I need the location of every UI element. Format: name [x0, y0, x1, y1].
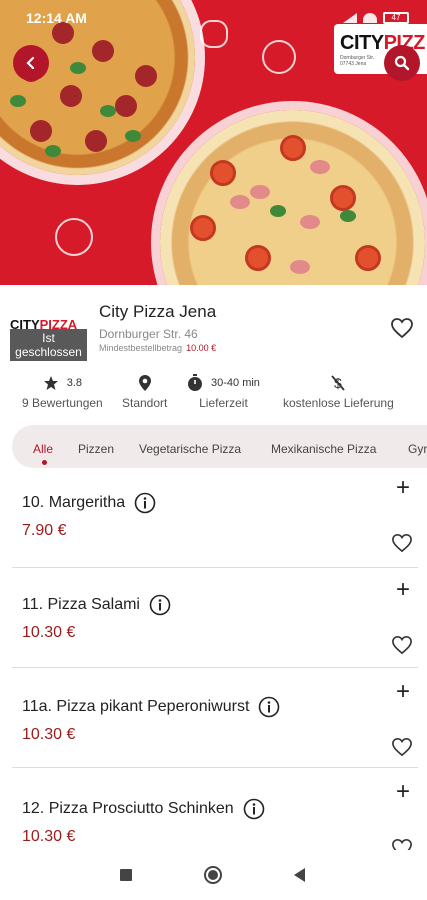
home-button[interactable]: [204, 866, 222, 884]
stat-location[interactable]: Standort: [122, 373, 167, 410]
active-tab-indicator: [42, 460, 47, 465]
list-item[interactable]: 11a. Pizza pikant Peperoniwurst 10.30 € …: [12, 668, 418, 768]
star-icon: [43, 376, 58, 390]
closed-badge: Ist geschlossen: [10, 329, 87, 361]
signal-icon: [343, 13, 357, 23]
add-button[interactable]: +: [396, 578, 410, 602]
add-button[interactable]: +: [396, 780, 410, 804]
heart-icon[interactable]: [391, 838, 413, 850]
stat-rating[interactable]: 3.8 9 Bewertungen: [22, 373, 103, 410]
stats-row: 3.8 9 Bewertungen Standort 30-40 min Lie…: [0, 373, 427, 421]
wifi-icon: [363, 13, 377, 23]
tab-alle[interactable]: Alle: [33, 442, 53, 456]
item-name: 11a. Pizza pikant Peperoniwurst: [22, 698, 250, 715]
arrow-left-icon: [26, 56, 35, 70]
info-icon[interactable]: [243, 798, 265, 820]
stat-delivery-time: 30-40 min Lieferzeit: [187, 373, 260, 410]
item-price: 7.90 €: [22, 522, 67, 539]
restaurant-name: City Pizza Jena: [99, 302, 217, 321]
system-nav-bar: [0, 850, 427, 900]
item-price: 10.30 €: [22, 624, 76, 641]
item-price: 10.30 €: [22, 726, 76, 743]
info-icon[interactable]: [134, 492, 156, 514]
tab-mexikanische-pizza[interactable]: Mexikanische Pizza: [271, 442, 376, 456]
tab-vegetarische-pizza[interactable]: Vegetarische Pizza: [139, 442, 241, 456]
map-pin-icon: [138, 375, 151, 391]
item-name: 12. Pizza Prosciutto Schinken: [22, 800, 234, 817]
add-button[interactable]: +: [396, 680, 410, 704]
list-item[interactable]: 10. Margeritha 7.90 € +: [12, 468, 418, 568]
no-delivery-fee-icon: $: [331, 375, 346, 391]
hero-banner: 12:14 AM 47 CITYPIZZ Dornburger Str. 077…: [0, 0, 427, 285]
search-button[interactable]: [384, 45, 420, 81]
battery-icon: 47: [383, 12, 409, 24]
info-icon[interactable]: [149, 594, 171, 616]
heart-icon[interactable]: [390, 317, 414, 339]
heart-icon[interactable]: [391, 737, 413, 757]
stopwatch-icon: [188, 374, 202, 391]
tab-gyros[interactable]: Gyr: [408, 442, 427, 456]
list-item[interactable]: 12. Pizza Prosciutto Schinken 10.30 € +: [12, 768, 418, 850]
info-icon[interactable]: [258, 696, 280, 718]
back-nav-button[interactable]: [294, 868, 305, 882]
item-price: 10.30 €: [22, 828, 76, 845]
add-button[interactable]: +: [396, 476, 410, 500]
status-time: 12:14 AM: [26, 10, 87, 26]
item-name: 10. Margeritha: [22, 494, 126, 511]
search-icon: [394, 55, 410, 71]
restaurant-logo: CITYPIZZA Ist geschlossen: [10, 317, 87, 361]
restaurant-info: CITYPIZZA Ist geschlossen City Pizza Jen…: [0, 285, 427, 425]
heart-icon[interactable]: [391, 533, 413, 553]
list-item[interactable]: 11. Pizza Salami 10.30 € +: [12, 568, 418, 668]
menu-list: 10. Margeritha 7.90 € + 11. Pizza Salami…: [0, 468, 427, 850]
category-tabs: Alle Pizzen Vegetarische Pizza Mexikanis…: [12, 425, 427, 468]
recents-button[interactable]: [120, 869, 132, 881]
heart-icon[interactable]: [391, 635, 413, 655]
back-button[interactable]: [13, 45, 49, 81]
restaurant-address: Dornburger Str. 46: [99, 327, 198, 341]
tab-pizzen[interactable]: Pizzen: [78, 442, 114, 456]
min-order: Mindestbestellbetrag 10.00 €: [99, 343, 217, 353]
item-name: 11. Pizza Salami: [22, 596, 140, 613]
stat-free-delivery: $ kostenlose Lieferung: [283, 373, 394, 410]
